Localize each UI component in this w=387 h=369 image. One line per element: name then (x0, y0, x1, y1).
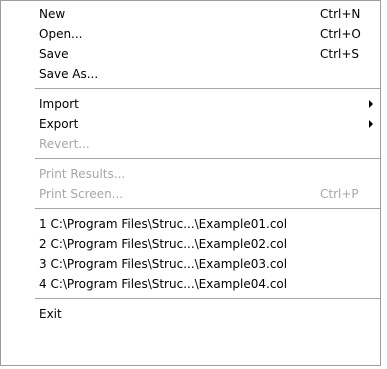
menu-item-label: 1 C:\Program Files\Struc...\Example01.co… (39, 217, 288, 231)
menu-item-recent-file-2[interactable]: 2 C:\Program Files\Struc...\Example02.co… (1, 234, 380, 254)
menu-item-shortcut: Ctrl+P (320, 187, 359, 201)
menu-item-label: Import (39, 97, 79, 111)
menu-item-recent-file-1[interactable]: 1 C:\Program Files\Struc...\Example01.co… (1, 214, 380, 234)
menu-item-new[interactable]: New Ctrl+N (1, 4, 380, 24)
menu-item-label: 2 C:\Program Files\Struc...\Example02.co… (39, 237, 288, 251)
menu-item-open[interactable]: Open... Ctrl+O (1, 24, 380, 44)
menu-item-label: Exit (39, 307, 62, 321)
menu-item-print-results: Print Results... (1, 164, 380, 184)
menu-item-label: Save As... (39, 67, 99, 81)
menu-item-label: Export (39, 117, 79, 131)
menu-item-label: 3 C:\Program Files\Struc...\Example03.co… (39, 257, 288, 271)
menu-item-shortcut: Ctrl+O (320, 27, 361, 41)
menu-item-export[interactable]: Export (1, 114, 380, 134)
menu-separator (35, 208, 380, 209)
submenu-arrow-icon (369, 120, 373, 128)
file-menu: New Ctrl+N Open... Ctrl+O Save Ctrl+S Save As.… (0, 0, 381, 366)
menu-item-label: Save (39, 47, 69, 61)
menu-item-label: Revert... (39, 137, 90, 151)
menu-separator (35, 298, 380, 299)
menu-item-exit[interactable]: Exit (1, 304, 380, 324)
menu-item-import[interactable]: Import (1, 94, 380, 114)
menu-separator (35, 88, 380, 89)
menu-item-save[interactable]: Save Ctrl+S (1, 44, 380, 64)
menu-item-save-as[interactable]: Save As... (1, 64, 380, 84)
menu-item-shortcut: Ctrl+N (320, 7, 361, 21)
menu-item-label: Open... (39, 27, 83, 41)
menu-item-label: Print Screen... (39, 187, 124, 201)
menu-item-recent-file-4[interactable]: 4 C:\Program Files\Struc...\Example04.co… (1, 274, 380, 294)
menu-item-label: 4 C:\Program Files\Struc...\Example04.co… (39, 277, 288, 291)
menu-item-label: New (39, 7, 66, 21)
menu-item-print-screen: Print Screen... Ctrl+P (1, 184, 380, 204)
menu-separator (35, 158, 380, 159)
menu-item-shortcut: Ctrl+S (320, 47, 360, 61)
menu-item-recent-file-3[interactable]: 3 C:\Program Files\Struc...\Example03.co… (1, 254, 380, 274)
submenu-arrow-icon (369, 100, 373, 108)
menu-item-revert: Revert... (1, 134, 380, 154)
menu-item-label: Print Results... (39, 167, 126, 181)
